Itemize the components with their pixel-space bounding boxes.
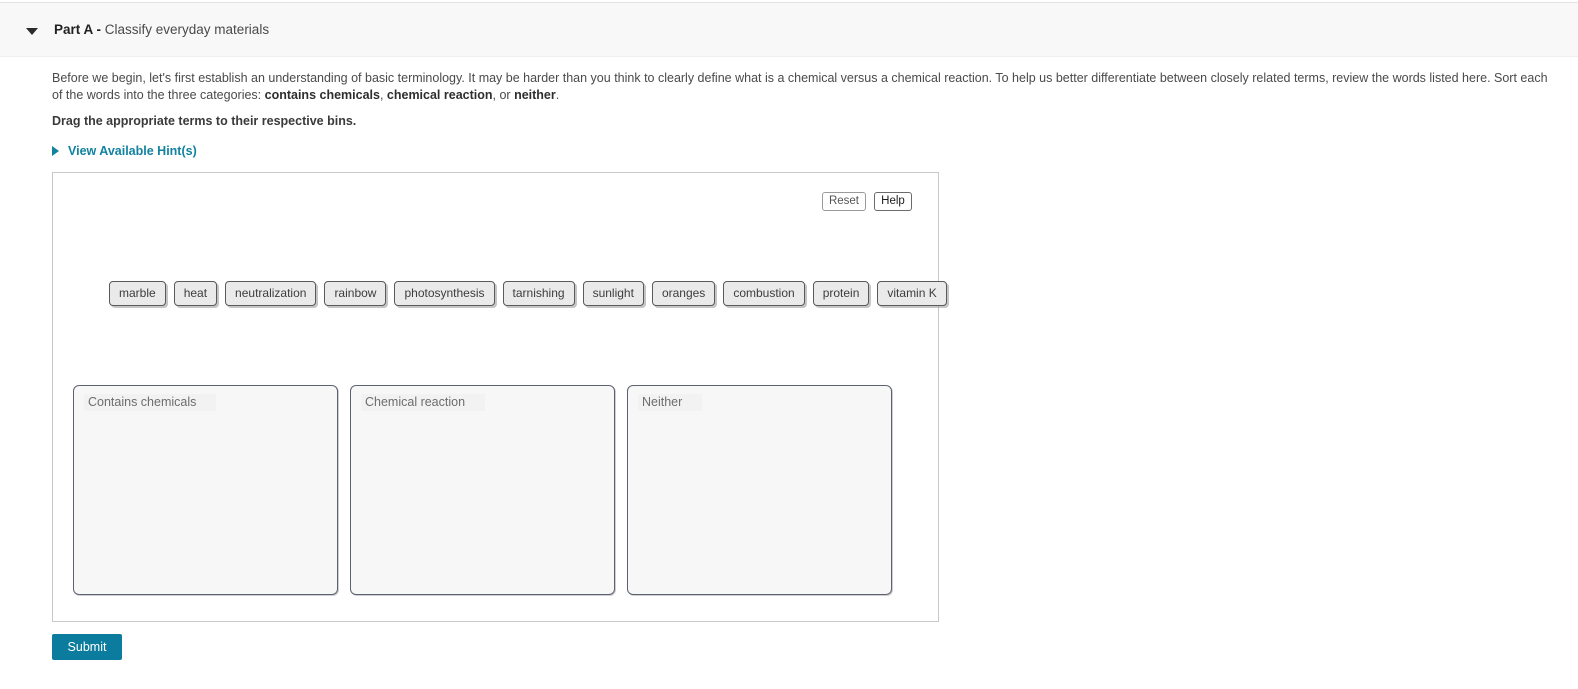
answer-area: Reset Help marble heat neutralization ra…	[52, 172, 947, 622]
draggable-chip[interactable]: heat	[173, 281, 218, 306]
term-neither: neither	[514, 88, 556, 102]
draggable-chip[interactable]: vitamin K	[877, 281, 947, 306]
prompt-sep-1: ,	[379, 88, 387, 102]
reset-button[interactable]: Reset	[821, 192, 866, 211]
drop-bin-group: Contains chemicals Chemical reaction Nei…	[73, 385, 892, 595]
prompt-sep-2: , or	[492, 88, 515, 102]
part-header[interactable]: Part A - Classify everyday materials	[0, 2, 1578, 57]
part-label: Part A -	[54, 22, 102, 37]
caret-right-icon	[52, 145, 60, 157]
prompt-period: .	[555, 88, 560, 102]
part-name: Classify everyday materials	[101, 22, 270, 37]
submit-button[interactable]: Submit	[52, 634, 122, 660]
bin-label: Neither	[638, 394, 703, 411]
prompt-block: Before we begin, let's first establish a…	[52, 70, 1552, 104]
view-hints-label[interactable]: View Available Hint(s)	[68, 144, 197, 158]
draggable-term-tray: marble heat neutralization rainbow photo…	[109, 281, 947, 306]
drop-bin-contains-chemicals[interactable]: Contains chemicals	[73, 385, 338, 595]
draggable-chip[interactable]: photosynthesis	[394, 281, 495, 306]
drop-bin-neither[interactable]: Neither	[627, 385, 892, 595]
draggable-chip[interactable]: protein	[812, 281, 870, 306]
term-chemical-reaction: chemical reaction	[386, 88, 493, 102]
draggable-chip[interactable]: rainbow	[324, 281, 387, 306]
caret-down-icon[interactable]	[26, 24, 38, 36]
draggable-chip[interactable]: neutralization	[225, 281, 317, 306]
view-hints-toggle[interactable]: View Available Hint(s)	[52, 144, 197, 158]
bin-label: Contains chemicals	[84, 394, 217, 411]
tool-button-group: Reset Help	[821, 192, 912, 211]
assignment-page: Part A - Classify everyday materials Bef…	[0, 0, 1578, 689]
drag-instruction: Drag the appropriate terms to their resp…	[52, 114, 357, 128]
draggable-chip[interactable]: sunlight	[582, 281, 644, 306]
draggable-chip[interactable]: marble	[109, 281, 166, 306]
draggable-chip[interactable]: tarnishing	[502, 281, 575, 306]
term-contains-chemicals: contains chemicals	[264, 88, 380, 102]
bin-label: Chemical reaction	[361, 394, 486, 411]
draggable-chip[interactable]: oranges	[651, 281, 716, 306]
prompt-paragraph: Before we begin, let's first establish a…	[52, 70, 1552, 104]
drop-bin-chemical-reaction[interactable]: Chemical reaction	[350, 385, 615, 595]
help-button[interactable]: Help	[874, 192, 912, 211]
draggable-chip[interactable]: combustion	[723, 281, 805, 306]
page-title: Part A - Classify everyday materials	[54, 22, 269, 37]
